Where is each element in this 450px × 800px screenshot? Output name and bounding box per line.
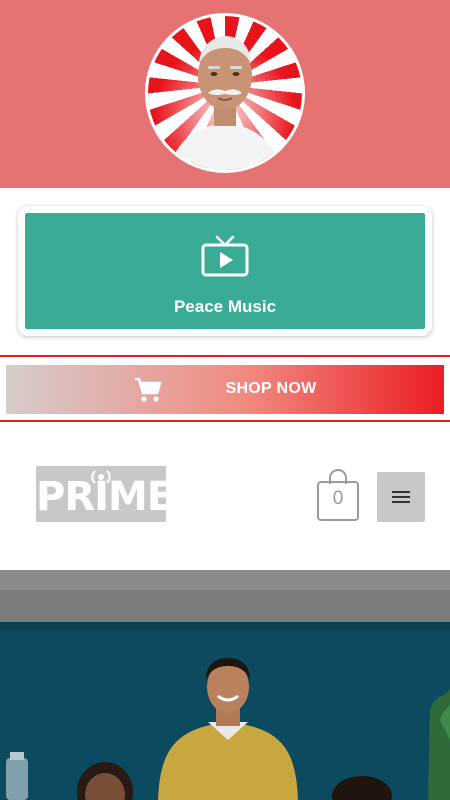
guru-avatar[interactable] — [145, 13, 305, 173]
app-page: Peace Music SHOP NOW PRIME 0 — [0, 0, 450, 800]
media-card-frame: Peace Music — [18, 206, 432, 336]
shopping-cart-icon — [135, 377, 162, 402]
peace-music-button[interactable]: Peace Music — [25, 213, 425, 329]
menu-line — [392, 491, 410, 493]
site-header: PRIME 0 — [0, 422, 450, 570]
hero-photo — [0, 570, 450, 800]
cart-button[interactable]: 0 — [316, 468, 360, 522]
shop-now-label: SHOP NOW — [225, 380, 317, 397]
tv-play-icon — [201, 235, 249, 277]
hamburger-menu-icon[interactable] — [377, 472, 425, 522]
shop-now-button[interactable]: SHOP NOW — [6, 365, 444, 414]
prime-logo[interactable]: PRIME — [36, 466, 174, 522]
people-photo — [0, 570, 450, 800]
guru-portrait-icon — [155, 36, 295, 170]
menu-line — [392, 496, 410, 498]
shop-banner: SHOP NOW — [0, 355, 450, 422]
cart-count: 0 — [332, 488, 344, 509]
logo-text: PRIME — [36, 474, 174, 520]
profile-header — [0, 0, 450, 188]
peace-music-label: Peace Music — [173, 297, 277, 316]
menu-line — [392, 501, 410, 503]
